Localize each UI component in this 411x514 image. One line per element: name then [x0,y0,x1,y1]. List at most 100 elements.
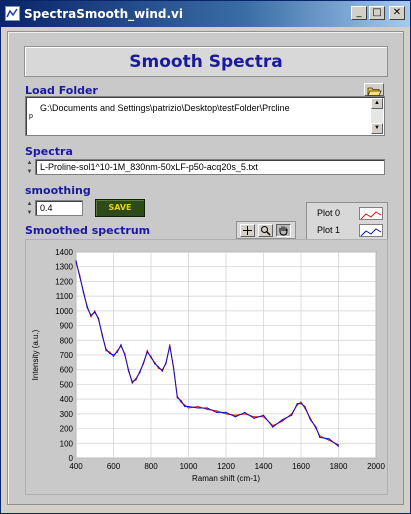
data-point [165,361,167,363]
data-point [319,436,321,438]
data-point [216,411,218,413]
browse-folder-button[interactable] [364,83,384,96]
data-point [315,426,317,428]
data-point [105,348,107,350]
data-point [272,426,274,428]
data-point [309,419,311,421]
data-point [216,410,218,412]
data-point [135,377,137,380]
data-point [150,355,152,358]
spectra-file-field[interactable]: L-Proline-sol1^10-1M_830nm-50xLF-p50-acq… [35,159,385,175]
spectra-down-arrow-icon[interactable]: ▼ [25,168,34,176]
x-tick-label: 1200 [217,462,235,471]
smoothing-value-field[interactable]: 0.4 [35,200,83,216]
y-axis-label: Intensity (a.u.) [31,329,40,380]
spectrum-chart[interactable]: 400 600 800 1000 1200 1400 1600 1800 2000 0 100 200… [26,240,387,494]
window-title: SpectraSmooth_wind.vi [24,7,183,21]
data-point [146,350,148,352]
close-button[interactable]: ✕ [389,6,405,20]
data-point [296,403,298,405]
path-type-glyph: p [29,113,33,120]
data-point [161,370,163,372]
spectra-label: Spectra [25,145,73,158]
folder-path-field[interactable]: p G:\Documents and Settings\patrizio\Des… [25,96,385,136]
x-tick-label: 1600 [292,462,310,471]
x-tick-label: 2000 [367,462,385,471]
data-point [124,354,126,356]
page-title: Smooth Spectra [129,52,283,72]
zoom-icon[interactable] [258,224,273,237]
data-point [101,335,103,337]
data-point [157,366,160,368]
legend-label-plot-1: Plot 1 [317,225,341,235]
data-point [79,276,81,278]
app-window: SpectraSmooth_wind.vi _ □ ✕ Smooth Spect… [0,0,411,514]
data-point [244,411,246,413]
data-point [120,344,122,346]
y-tick-label: 600 [60,366,74,375]
data-point [112,355,115,358]
crosshair-icon[interactable] [240,224,255,237]
graph-frame: 400 600 800 1000 1200 1400 1600 1800 2000 0 100 200… [25,239,388,495]
legend-swatch-plot-0[interactable] [359,207,383,220]
legend-item[interactable]: Plot 1 [311,223,387,239]
legend-swatch-plot-1[interactable] [359,224,383,237]
scroll-up-arrow-icon[interactable]: ▲ [371,98,383,109]
data-point [180,400,182,402]
x-tick-label: 400 [69,462,83,471]
y-tick-label: 700 [60,351,74,360]
data-point [291,414,293,416]
x-tick-label: 1800 [330,462,348,471]
data-point [109,352,111,355]
x-tick-label: 600 [107,462,121,471]
data-point [206,408,208,410]
data-point [304,405,306,408]
scroll-down-arrow-icon[interactable]: ▼ [371,123,383,134]
data-point [337,445,340,447]
hand-icon[interactable] [276,224,291,237]
smoothing-stepper[interactable]: ▲ ▼ [25,200,34,217]
data-point [187,405,190,408]
data-point [281,419,283,421]
smoothing-up-arrow-icon[interactable]: ▲ [25,200,34,208]
spectra-up-arrow-icon[interactable]: ▲ [25,159,34,167]
data-point [94,310,96,312]
labview-app-icon [5,6,20,21]
data-point [142,361,145,363]
path-scrollbar[interactable]: ▲ ▼ [371,98,383,134]
data-point [75,260,77,262]
minimize-button[interactable]: _ [351,6,367,20]
y-tick-label: 200 [60,425,74,434]
folder-path-text: G:\Documents and Settings\patrizio\Deskt… [40,103,290,113]
legend-label-plot-0: Plot 0 [317,208,341,218]
y-tick-label: 400 [60,395,74,404]
data-point [97,317,100,319]
smoothing-down-arrow-icon[interactable]: ▼ [25,209,34,217]
data-point [197,407,199,409]
data-point [281,420,283,422]
data-point [337,444,340,446]
x-tick-label: 1000 [180,462,198,471]
maximize-button[interactable]: □ [369,6,385,20]
data-point [328,439,330,441]
data-point [197,405,199,408]
graph-palette [236,221,296,239]
legend-item[interactable]: Plot 0 [311,206,387,222]
y-tick-label: 500 [60,380,74,389]
graph-label: Smoothed spectrum [25,224,151,237]
spectra-stepper[interactable]: ▲ ▼ [25,159,34,176]
data-point [253,416,255,418]
data-point [262,414,265,416]
data-point [127,369,130,371]
save-button[interactable]: SAVE [95,199,145,217]
data-point [112,354,115,356]
y-tick-label: 1300 [55,263,73,272]
x-tick-label: 1400 [255,462,273,471]
data-point [234,416,236,418]
title-bar[interactable]: SpectraSmooth_wind.vi _ □ ✕ [1,1,410,27]
data-point [90,316,92,318]
data-point [184,405,186,408]
data-point [187,407,190,409]
header-banner: Smooth Spectra [24,46,388,77]
data-point [244,413,246,415]
